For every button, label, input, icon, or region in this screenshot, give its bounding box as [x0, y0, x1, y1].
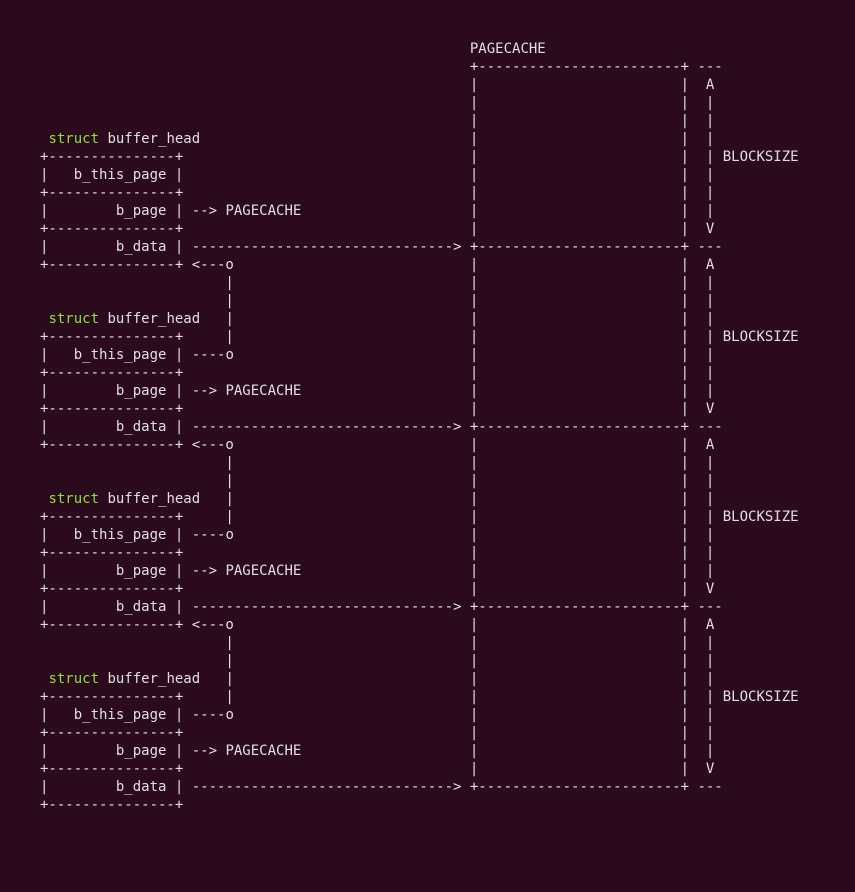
struct-keyword: struct [48, 671, 99, 687]
field-b-this-page: b_this_page [74, 707, 167, 723]
field-b-page: b_page [116, 203, 167, 219]
pagecache-label: PAGECACHE [470, 41, 546, 57]
field-b-data: b_data [116, 779, 167, 795]
field-b-this-page: b_this_page [74, 527, 167, 543]
field-b-data: b_data [116, 239, 167, 255]
blocksize-label: BLOCKSIZE [723, 149, 799, 165]
struct-name: buffer_head [107, 491, 200, 507]
field-b-this-page: b_this_page [74, 347, 167, 363]
blocksize-label: BLOCKSIZE [723, 689, 799, 705]
struct-keyword: struct [48, 131, 99, 147]
ascii-diagram: PAGECACHE +------------------------+ ---… [0, 0, 855, 814]
struct-name: buffer_head [107, 131, 200, 147]
b-page-target: --> PAGECACHE [192, 563, 302, 579]
field-b-page: b_page [116, 563, 167, 579]
blocksize-label: BLOCKSIZE [723, 509, 799, 525]
field-b-data: b_data [116, 419, 167, 435]
field-b-data: b_data [116, 599, 167, 615]
b-page-target: --> PAGECACHE [192, 383, 302, 399]
struct-name: buffer_head [107, 671, 200, 687]
struct-keyword: struct [48, 491, 99, 507]
blocksize-label: BLOCKSIZE [723, 329, 799, 345]
b-page-target: --> PAGECACHE [192, 743, 302, 759]
field-b-page: b_page [116, 383, 167, 399]
struct-name: buffer_head [107, 311, 200, 327]
b-page-target: --> PAGECACHE [192, 203, 302, 219]
field-b-page: b_page [116, 743, 167, 759]
field-b-this-page: b_this_page [74, 167, 167, 183]
struct-keyword: struct [48, 311, 99, 327]
